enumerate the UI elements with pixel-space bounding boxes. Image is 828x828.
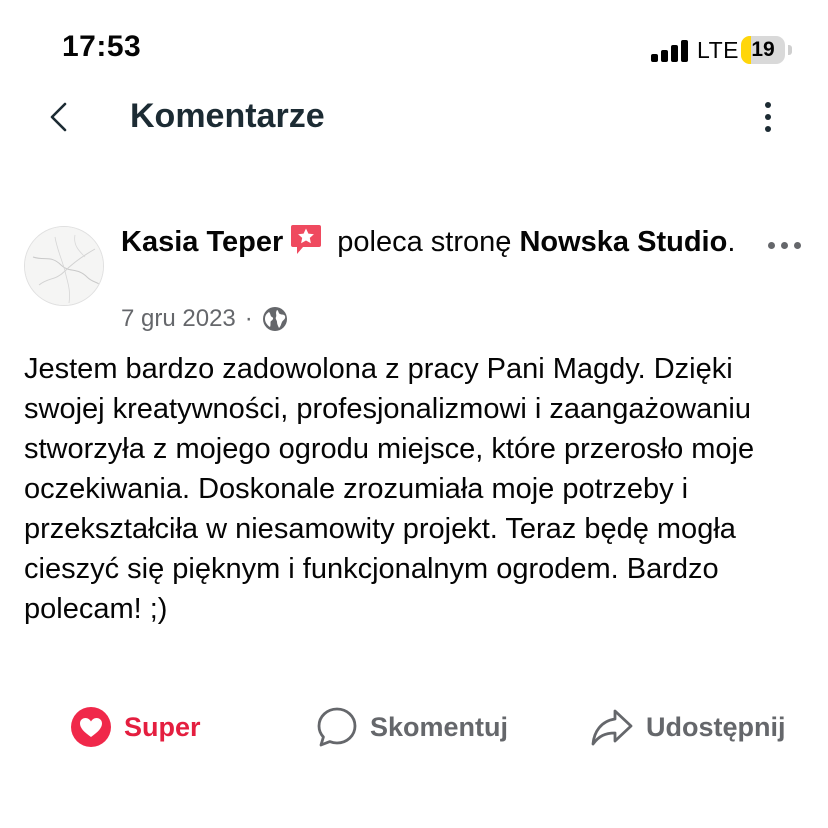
post-body: Jestem bardzo zadowolona z pracy Pani Ma… — [24, 353, 755, 625]
post-options-button[interactable] — [764, 230, 804, 260]
battery-level: 19 — [751, 38, 775, 61]
battery-cap — [788, 45, 792, 55]
back-button[interactable] — [40, 96, 80, 138]
page-name-suffix: . — [727, 226, 736, 258]
status-time: 17:53 — [62, 30, 142, 63]
meta-separator: · — [244, 305, 253, 332]
recommendation-star-icon — [291, 225, 322, 254]
post-meta: 7 gru 2023 · — [121, 305, 288, 333]
page-name[interactable]: Nowska Studio — [519, 226, 727, 258]
recommendation-text: poleca stronę — [337, 226, 512, 258]
avatar[interactable] — [24, 226, 104, 306]
post-date[interactable]: 7 gru 2023 — [121, 305, 236, 333]
author-name[interactable]: Kasia Teper — [121, 226, 283, 258]
comment-label: Skomentuj — [370, 711, 509, 742]
page-title: Komentarze — [130, 97, 325, 135]
post-header: Kasia Teper poleca stronę Nowska Studio. — [121, 222, 751, 262]
share-label: Udostępnij — [646, 711, 786, 742]
speech-bubble-icon — [317, 707, 357, 747]
status-bar: 17:53 LTE 19 — [0, 0, 828, 100]
marble-avatar-image — [25, 227, 103, 305]
more-options-button[interactable] — [752, 96, 784, 138]
share-button[interactable]: Udostępnij — [590, 704, 786, 750]
comment-button[interactable]: Skomentuj — [316, 704, 508, 750]
network-type: LTE — [697, 37, 739, 63]
share-arrow-icon — [591, 709, 633, 746]
signal-strength-icon — [651, 40, 689, 62]
super-reaction-button[interactable]: Super — [70, 704, 201, 750]
super-label: Super — [124, 711, 201, 742]
battery-icon: 19 — [741, 36, 785, 64]
heart-icon — [71, 707, 111, 747]
globe-icon — [262, 307, 287, 331]
chevron-left-icon — [50, 102, 67, 132]
